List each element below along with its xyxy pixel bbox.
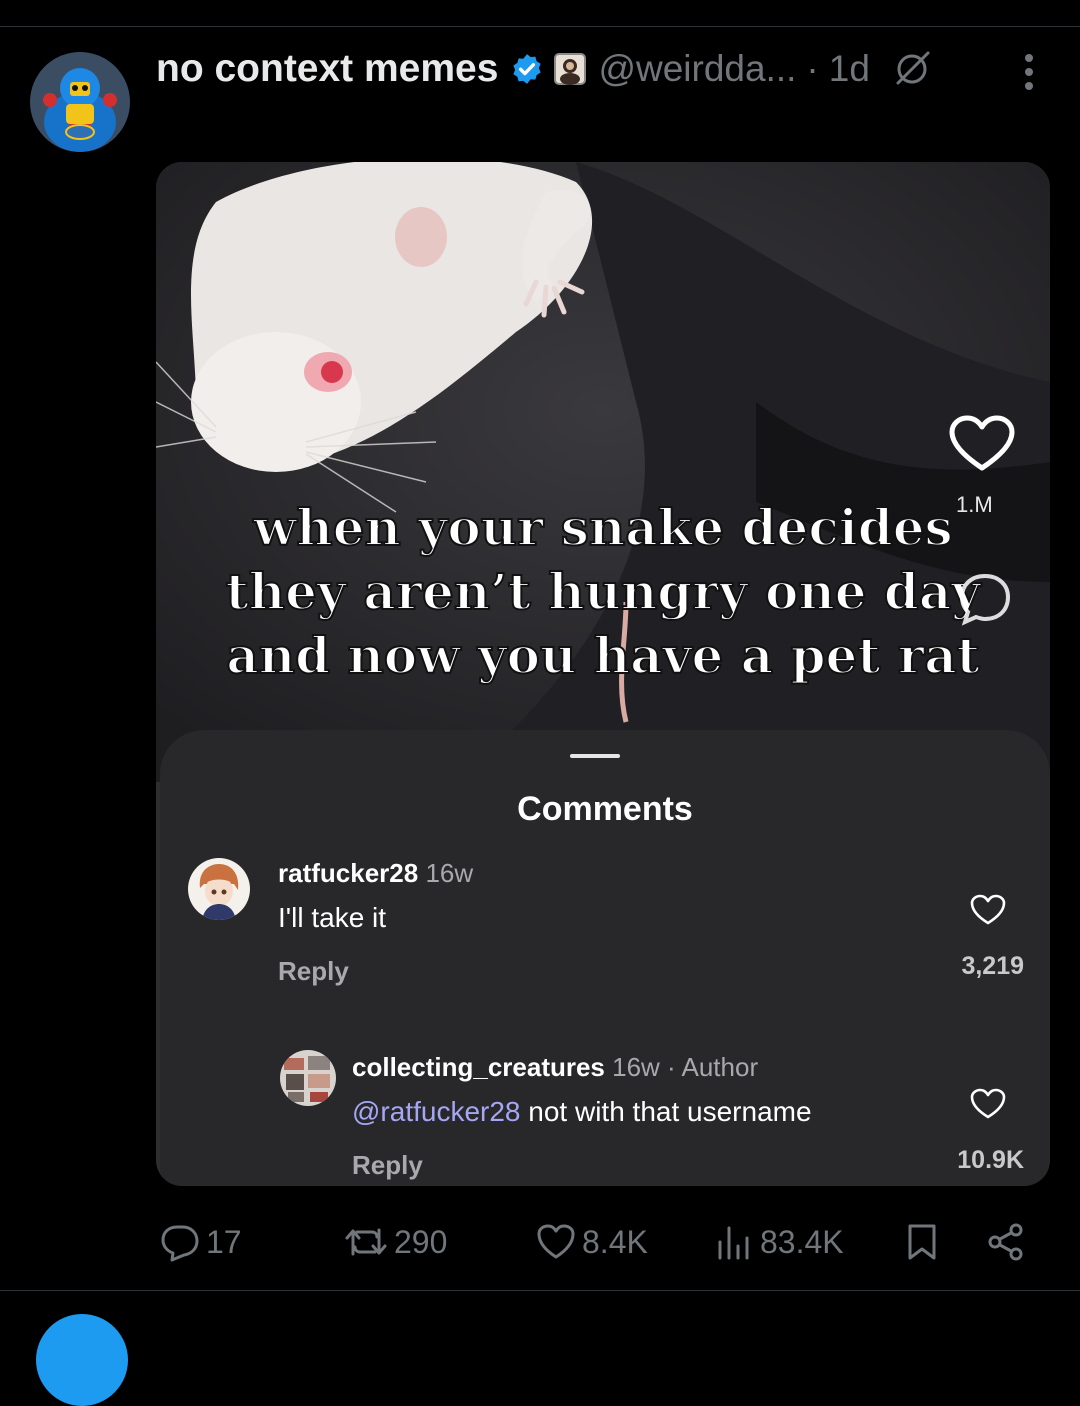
comment-username[interactable]: collecting_creatures — [352, 1052, 605, 1082]
sheet-drag-handle[interactable] — [570, 754, 620, 758]
share-action[interactable] — [986, 1214, 1026, 1270]
caption-line-1: when your snake decides — [252, 497, 953, 558]
rat-photo — [156, 162, 1050, 782]
share-icon — [988, 1223, 1023, 1261]
comment-text: @ratfucker28 not with that username — [352, 1096, 812, 1128]
affiliate-badge-icon[interactable] — [554, 53, 587, 85]
separator-dot: · — [806, 48, 819, 89]
video-like-heart-icon — [949, 415, 1015, 471]
comment-reply-button[interactable]: Reply — [278, 956, 349, 987]
next-post-avatar[interactable] — [36, 1314, 128, 1406]
comment-mention[interactable]: @ratfucker28 — [352, 1096, 521, 1127]
comment-username-line: collecting_creatures 16w · Author — [352, 1052, 758, 1083]
display-name[interactable]: no context memes — [156, 47, 498, 91]
verified-badge-icon — [513, 54, 542, 84]
caption-line-3: and now you have a pet rat — [225, 625, 980, 686]
comment-username[interactable]: ratfucker28 — [278, 858, 418, 888]
author-avatar[interactable] — [30, 52, 130, 152]
post-time[interactable]: 1d — [829, 48, 870, 90]
comment-username-line: ratfucker28 16w — [278, 858, 473, 889]
post-media[interactable]: when your snake decides they aren’t hung… — [156, 162, 1050, 1186]
comments-sheet: Comments ratfucker28 16w I'll take it Re… — [160, 730, 1050, 1186]
bookmark-action[interactable] — [902, 1214, 942, 1270]
like-action[interactable]: 8.4K — [536, 1214, 648, 1270]
video-comment-icon — [959, 573, 1011, 626]
views-chart-icon — [718, 1226, 749, 1260]
comments-title: Comments — [517, 790, 693, 828]
commenter-avatar — [280, 1050, 336, 1106]
comment-age-author: 16w · Author — [612, 1052, 759, 1082]
reply-action[interactable]: 17 — [160, 1214, 242, 1270]
comment-like-count: 10.9K — [957, 1146, 1024, 1174]
caption-line-2: they aren’t hungry one day — [225, 561, 982, 622]
grok-icon[interactable] — [892, 49, 932, 89]
comment-age: 16w — [425, 858, 474, 888]
meme-caption: when your snake decides they aren’t hung… — [170, 496, 1036, 688]
repost-action[interactable]: 290 — [344, 1214, 447, 1270]
comment-text: I'll take it — [278, 902, 387, 933]
comment-reply-button[interactable]: Reply — [352, 1150, 423, 1181]
comment-like-count: 3,219 — [961, 952, 1024, 980]
like-heart-icon — [537, 1224, 575, 1259]
more-options-icon[interactable] — [1014, 50, 1044, 94]
commenter-avatar — [188, 858, 250, 920]
reply-icon — [161, 1225, 199, 1262]
repost-icon — [345, 1228, 387, 1256]
post-header: no context memes @weirddа... · 1d — [156, 42, 932, 96]
comment-like-heart-icon[interactable] — [970, 1088, 1006, 1120]
views-action[interactable]: 83.4K — [714, 1214, 844, 1270]
bookmark-icon — [908, 1224, 936, 1260]
video-like-count: 1.M — [956, 492, 993, 517]
views-count: 83.4K — [760, 1223, 844, 1260]
like-count: 8.4K — [582, 1223, 648, 1260]
repost-count: 290 — [394, 1223, 448, 1260]
top-divider — [0, 26, 1080, 27]
comment-body: not with that username — [520, 1096, 812, 1127]
bottom-divider — [0, 1290, 1080, 1291]
handle[interactable]: @weirddа... — [598, 48, 796, 90]
comment-like-heart-icon[interactable] — [970, 894, 1006, 926]
reply-count: 17 — [206, 1223, 242, 1260]
